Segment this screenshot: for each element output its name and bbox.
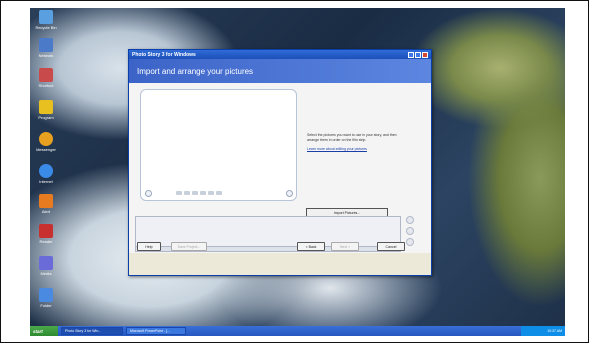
save-project-button[interactable]: Save Project... <box>171 242 207 251</box>
page-banner: Import and arrange your pictures <box>129 59 431 83</box>
system-tray: 10:37 AM <box>521 326 565 336</box>
picture-edit-toolbar <box>176 190 266 196</box>
picture-preview-panel <box>140 89 297 201</box>
window-content: Select the pictures you want to use in y… <box>129 83 431 253</box>
red-eye-icon[interactable] <box>200 191 206 195</box>
auto-fix-icon[interactable] <box>192 191 198 195</box>
warning-icon[interactable]: Alert <box>34 194 58 218</box>
taskbar-item-powerpoint[interactable]: Microsoft PowerPoint - [... <box>126 327 186 335</box>
next-button[interactable]: Next > <box>331 242 359 251</box>
window-title: Photo Story 3 for Windows <box>132 51 196 58</box>
instructions-body: Select the pictures you want to use in y… <box>307 133 397 142</box>
network-icon[interactable]: Network <box>34 38 58 62</box>
cancel-button[interactable]: Cancel <box>377 242 405 251</box>
remove-black-borders-icon[interactable] <box>208 191 214 195</box>
learn-more-link[interactable]: Learn more about editing your pictures <box>307 147 407 152</box>
close-icon[interactable] <box>422 51 428 58</box>
folder-icon[interactable]: Folder <box>34 288 58 312</box>
rotate-right-icon[interactable] <box>184 191 190 195</box>
move-right-icon[interactable] <box>406 227 414 235</box>
help-button[interactable]: Help <box>137 242 161 251</box>
desktop-screen: Recycle Bin Network Shortcut Program Mes… <box>30 8 565 336</box>
taskbar-item-photo-story[interactable]: Photo Story 3 for Win... <box>61 327 123 335</box>
pdf-icon[interactable]: Reader <box>34 224 58 248</box>
wizard-button-bar: Help Save Project... < Back Next > Cance… <box>129 239 431 253</box>
media-icon[interactable]: Media <box>34 256 58 280</box>
app-icon[interactable]: Program <box>34 100 58 124</box>
scroll-right-icon[interactable] <box>286 190 293 197</box>
instructions-text: Select the pictures you want to use in y… <box>307 133 407 152</box>
taskbar: start Photo Story 3 for Win... Microsoft… <box>30 326 565 336</box>
start-button[interactable]: start <box>30 326 58 336</box>
minimize-icon[interactable] <box>408 51 414 58</box>
photo-story-window: Photo Story 3 for Windows Import and arr… <box>128 49 432 276</box>
window-titlebar[interactable]: Photo Story 3 for Windows <box>129 50 431 59</box>
page-title: Import and arrange your pictures <box>137 66 254 76</box>
back-button[interactable]: < Back <box>297 242 325 251</box>
maximize-icon[interactable] <box>415 51 421 58</box>
edit-icon[interactable] <box>216 191 222 195</box>
rotate-left-icon[interactable] <box>176 191 182 195</box>
scroll-left-icon[interactable] <box>145 190 152 197</box>
clock[interactable]: 10:37 AM <box>547 329 562 333</box>
shortcut-icon[interactable]: Shortcut <box>34 68 58 92</box>
move-left-icon[interactable] <box>406 216 414 224</box>
recycle-bin-icon[interactable]: Recycle Bin <box>34 10 58 34</box>
messenger-icon[interactable]: Messenger <box>34 132 58 156</box>
ie-icon[interactable]: Internet <box>34 164 58 188</box>
